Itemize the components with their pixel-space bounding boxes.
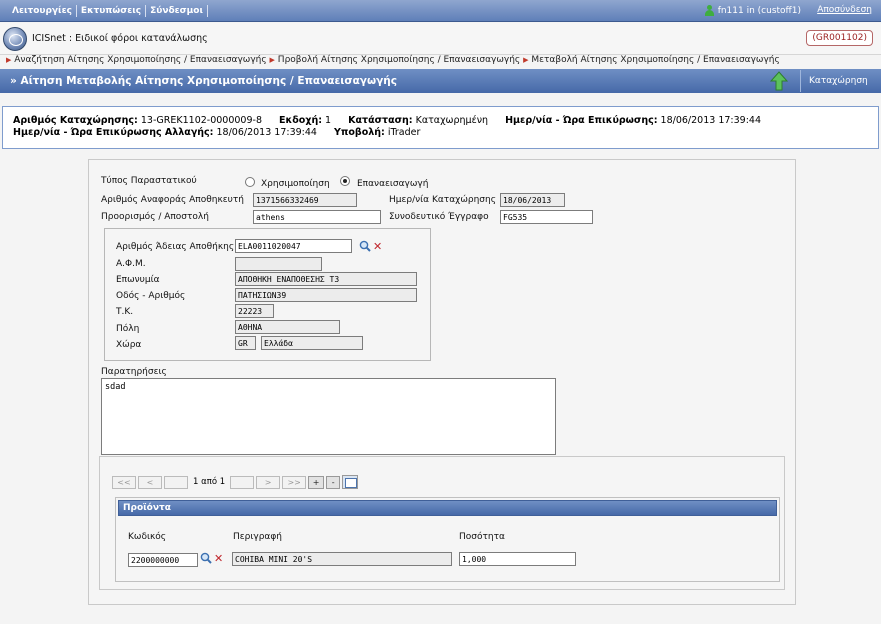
company-name-field: ΑΠΟΘΗΚΗ ΕΝΑΠΟΘΕΣΗΣ Τ3 bbox=[235, 272, 417, 286]
radio-reimport[interactable] bbox=[340, 176, 350, 186]
main-menu: Λειτουργίες Εκτυπώσεις Σύνδεσμοι bbox=[8, 0, 208, 22]
licence-input[interactable]: ELA0011020047 bbox=[235, 239, 352, 253]
radio-use-label: Χρησιμοποίηση bbox=[261, 179, 330, 189]
search-icon[interactable] bbox=[359, 240, 371, 252]
pager-next-button[interactable]: > bbox=[256, 475, 281, 489]
warehouse-details-panel: Αριθμός Άδειας Αποθήκης ELA0011020047 ✕ … bbox=[104, 228, 431, 361]
accompanying-doc-label: Συνοδευτικό Έγγραφο bbox=[389, 212, 489, 222]
pager-first-button[interactable]: << bbox=[112, 475, 136, 489]
products-section: << < 1 από 1 > >> + - Προϊόντα Κωδικός Π… bbox=[99, 456, 785, 590]
product-search-icon[interactable] bbox=[200, 552, 212, 564]
info-row-2: Ημερ/νία - Ώρα Επικύρωσης Αλλαγής: 18/06… bbox=[13, 127, 420, 138]
vat-field bbox=[235, 257, 322, 271]
validation-label: Ημερ/νία - Ώρα Επικύρωσης: bbox=[505, 115, 658, 126]
pager: << < 1 από 1 > >> + - bbox=[112, 475, 359, 489]
page-title-bar: » Αίτηση Μεταβολής Αίτησης Χρησιμοποίηση… bbox=[0, 69, 881, 93]
licence-label: Αριθμός Άδειας Αποθήκης bbox=[116, 242, 235, 252]
change-validation-value: 18/06/2013 17:39:44 bbox=[216, 127, 317, 138]
warehouse-ref-label: Αριθμός Αναφοράς Αποθηκευτή bbox=[101, 195, 244, 205]
up-arrow-icon[interactable] bbox=[770, 71, 788, 91]
warehouse-ref-field: 1371566332469 bbox=[253, 193, 357, 207]
radio-reimport-label: Επαναεισαγωγή bbox=[357, 179, 429, 189]
company-name-label: Επωνυμία bbox=[116, 275, 160, 285]
change-validation-label: Ημερ/νία - Ώρα Επικύρωσης Αλλαγής: bbox=[13, 127, 214, 138]
info-row-1: Αριθμός Καταχώρησης: 13-GREK1102-0000009… bbox=[13, 115, 761, 126]
status-label: Κατάσταση: bbox=[348, 115, 413, 126]
breadcrumb-search[interactable]: Αναζήτηση Αίτησης Χρησιμοποίησης / Επανα… bbox=[14, 55, 266, 65]
breadcrumb-arrow-icon: ▶ bbox=[269, 56, 275, 64]
pager-prev-button[interactable]: < bbox=[138, 475, 162, 489]
menu-links[interactable]: Σύνδεσμοι bbox=[146, 6, 207, 16]
main-form-panel: Τύπος Παραστατικού Χρησιμοποίηση Επαναει… bbox=[88, 159, 796, 605]
destination-label: Προορισμός / Αποστολή bbox=[101, 212, 209, 222]
menu-functions[interactable]: Λειτουργίες bbox=[8, 6, 76, 16]
radio-use[interactable] bbox=[245, 177, 255, 187]
pager-last-button[interactable]: >> bbox=[282, 475, 307, 489]
pager-page-box bbox=[164, 475, 188, 489]
products-header: Προϊόντα bbox=[118, 500, 777, 516]
top-menu-bar: Λειτουργίες Εκτυπώσεις Σύνδεσμοι fn111 i… bbox=[0, 0, 881, 22]
breadcrumb-modify: Μεταβολή Αίτησης Χρησιμοποίησης / Επαναε… bbox=[531, 55, 780, 65]
reg-number-value: 13-GREK1102-0000009-8 bbox=[140, 115, 262, 126]
street-label: Οδός - Αριθμός bbox=[116, 291, 186, 301]
submission-value: iTrader bbox=[387, 127, 421, 138]
country-name-field: Ελλάδα bbox=[261, 336, 363, 350]
add-row-button[interactable]: + bbox=[308, 475, 325, 489]
street-field: ΠΑΤΗΣΙΩΝ39 bbox=[235, 288, 417, 302]
col-qty-label: Ποσότητα bbox=[459, 532, 505, 542]
menu-separator bbox=[206, 5, 208, 17]
product-code-input[interactable]: 2200000000 bbox=[128, 553, 198, 567]
app-name: ICISnet bbox=[32, 33, 66, 44]
breadcrumb-arrow-icon: ▶ bbox=[6, 56, 12, 64]
doc-type-label: Τύπος Παραστατικού bbox=[101, 176, 197, 186]
reg-date-field: 18/06/2013 bbox=[500, 193, 565, 207]
breadcrumb-arrow-icon: ▶ bbox=[523, 56, 529, 64]
postcode-label: Τ.Κ. bbox=[116, 307, 134, 317]
menu-printouts[interactable]: Εκτυπώσεις bbox=[77, 6, 145, 16]
app-subtitle: : Ειδικοί φόροι κατανάλωσης bbox=[65, 33, 208, 44]
col-desc-label: Περιγραφή bbox=[233, 532, 283, 542]
pager-page-box-2 bbox=[230, 475, 255, 489]
vat-label: Α.Φ.Μ. bbox=[116, 259, 146, 269]
reg-date-label: Ημερ/νία Καταχώρησης bbox=[389, 195, 496, 205]
user-name: fn111 in (custoff1) bbox=[717, 5, 801, 16]
postcode-field: 22223 bbox=[235, 304, 274, 318]
user-icon bbox=[704, 5, 715, 16]
declaration-info-box: Αριθμός Καταχώρησης: 13-GREK1102-0000009… bbox=[2, 106, 879, 149]
city-field: ΑΘΗΝΑ bbox=[235, 320, 340, 334]
product-clear-icon[interactable]: ✕ bbox=[214, 553, 223, 564]
breadcrumb-view[interactable]: Προβολή Αίτησης Χρησιμοποίησης / Επαναει… bbox=[278, 55, 520, 65]
current-user: fn111 in (custoff1) bbox=[704, 5, 801, 16]
notes-label: Παρατηρήσεις bbox=[101, 367, 167, 377]
pager-info: 1 από 1 bbox=[193, 477, 226, 487]
status-value: Καταχωρημένη bbox=[415, 115, 489, 126]
product-qty-input[interactable]: 1,000 bbox=[459, 552, 576, 566]
clear-icon[interactable]: ✕ bbox=[373, 241, 382, 252]
reg-number-label: Αριθμός Καταχώρησης: bbox=[13, 115, 138, 126]
icisnet-globe-logo-icon bbox=[3, 27, 27, 51]
page-title: » Αίτηση Μεταβολής Αίτησης Χρησιμοποίηση… bbox=[10, 75, 397, 87]
product-desc-field: COHIBA MINI 20'S bbox=[232, 552, 452, 566]
logout-link[interactable]: Αποσύνδεση bbox=[817, 5, 872, 15]
version-label: Εκδοχή: bbox=[279, 115, 323, 126]
city-label: Πόλη bbox=[116, 324, 140, 334]
app-header: ICISnet : Ειδικοί φόροι κατανάλωσης (GR0… bbox=[0, 23, 881, 55]
country-code-field: GR bbox=[235, 336, 256, 350]
col-code-label: Κωδικός bbox=[128, 532, 167, 542]
version-value: 1 bbox=[325, 115, 332, 126]
country-label: Χώρα bbox=[116, 340, 142, 350]
grid-view-icon[interactable] bbox=[342, 475, 359, 489]
notes-textarea[interactable]: sdad bbox=[101, 378, 556, 455]
destination-input[interactable]: athens bbox=[253, 210, 381, 224]
products-panel: Προϊόντα Κωδικός Περιγραφή Ποσότητα 2200… bbox=[115, 497, 780, 582]
office-code-badge: (GR001102) bbox=[806, 30, 873, 46]
remove-row-button[interactable]: - bbox=[326, 475, 341, 489]
app-title: ICISnet : Ειδικοί φόροι κατανάλωσης bbox=[32, 33, 208, 44]
save-button[interactable]: Καταχώρηση bbox=[800, 70, 881, 92]
validation-value: 18/06/2013 17:39:44 bbox=[660, 115, 761, 126]
breadcrumb: ▶ Αναζήτηση Αίτησης Χρησιμοποίησης / Επα… bbox=[0, 55, 881, 68]
submission-label: Υποβολή: bbox=[334, 127, 385, 138]
accompanying-doc-input[interactable]: FG535 bbox=[500, 210, 593, 224]
